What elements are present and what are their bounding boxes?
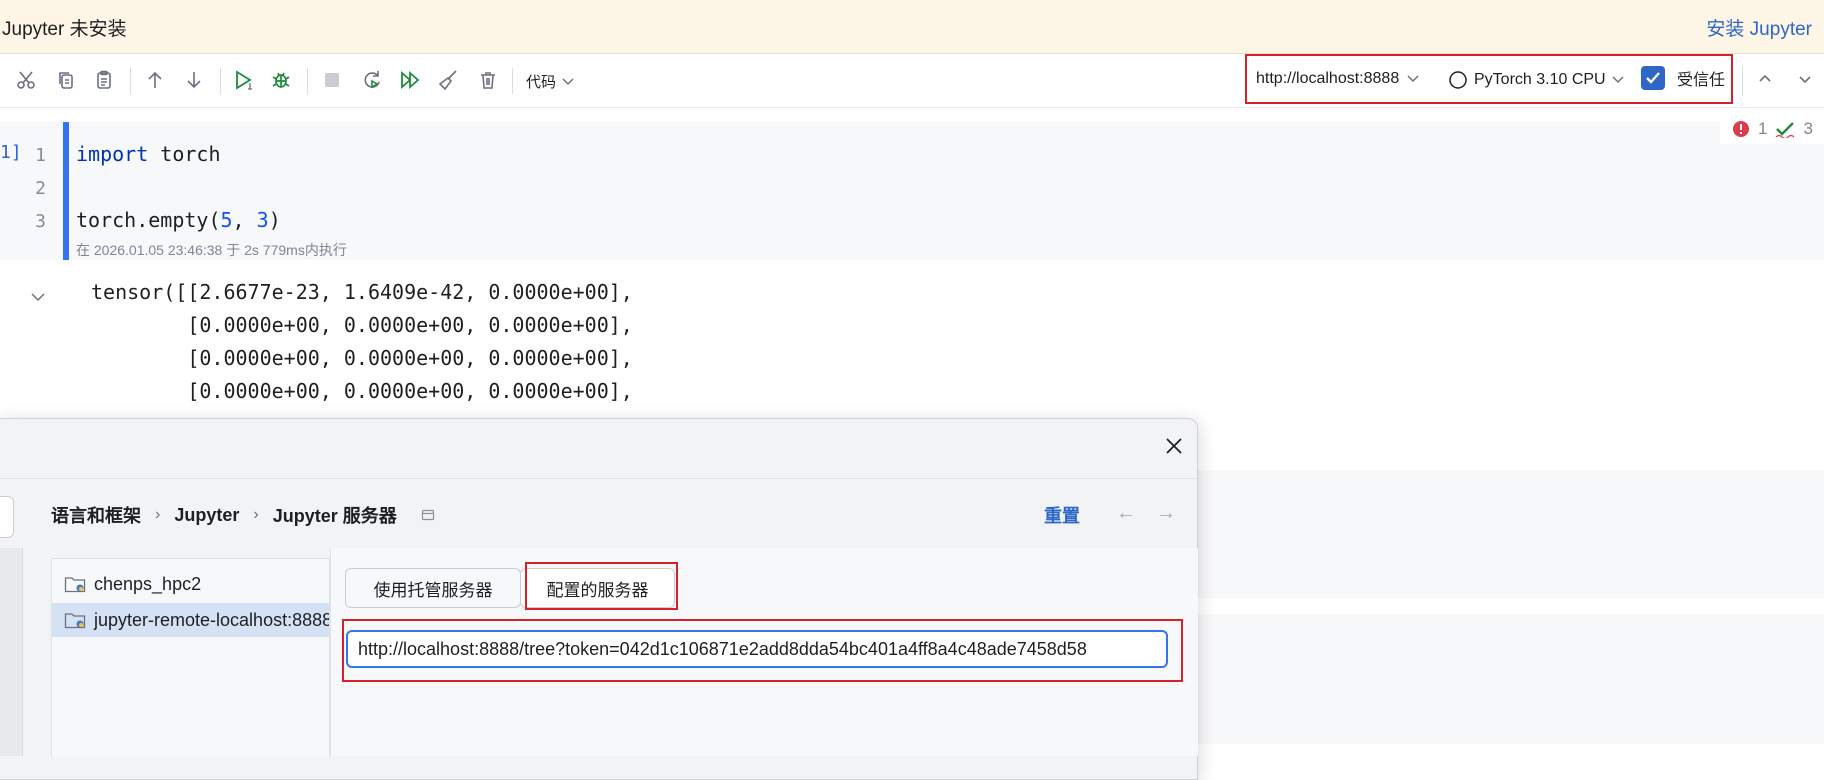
inspection-status[interactable]: 1 3 [1720, 114, 1824, 144]
run-all-icon[interactable] [396, 66, 424, 94]
collapse-output-icon[interactable] [30, 290, 46, 308]
move-down-icon[interactable] [180, 66, 208, 94]
code-line-1[interactable]: import torch [76, 142, 221, 166]
server-item-jupyter-remote-localhost[interactable]: jupyter-remote-localhost:8888 [52, 603, 329, 637]
paste-icon[interactable] [90, 66, 118, 94]
install-jupyter-link[interactable]: 安装 Jupyter [1706, 14, 1812, 41]
settings-search-input[interactable] [0, 496, 14, 538]
copy-icon[interactable] [52, 66, 80, 94]
kernel-idle-icon [1449, 71, 1467, 89]
line-number: 2 [35, 178, 46, 199]
run-cell-icon[interactable] [230, 66, 258, 94]
cut-icon[interactable] [12, 66, 40, 94]
forward-arrow-icon[interactable]: → [1156, 502, 1176, 525]
checkbox-icon[interactable] [1641, 66, 1665, 90]
output-line: [0.0000e+00, 0.0000e+00, 0.0000e+00], [91, 346, 633, 370]
tab-hosted-server[interactable]: 使用托管服务器 [345, 568, 521, 608]
breadcrumb-item[interactable]: 语言和框架 [51, 502, 141, 528]
output-line: [0.0000e+00, 0.0000e+00, 0.0000e+00], [91, 313, 633, 337]
tab-highlight-box [525, 562, 678, 610]
reset-button[interactable]: 重置 [1044, 502, 1080, 528]
error-count: 1 [1758, 119, 1768, 138]
settings-tree-scroll [0, 548, 23, 756]
chevron-right-icon: › [253, 506, 259, 523]
cell-type-label: 代码 [526, 74, 557, 91]
kernel-label: PyTorch 3.10 CPU [1474, 71, 1606, 88]
server-list: chenps_hpc2 jupyter-remote-localhost:888… [51, 558, 330, 757]
clear-outputs-icon[interactable] [434, 66, 462, 94]
output-line: tensor([[2.6677e-23, 1.6409e-42, 0.0000e… [91, 280, 633, 304]
toolbar-divider [512, 68, 513, 94]
server-url-input[interactable] [346, 630, 1168, 668]
error-icon [1733, 121, 1749, 137]
cell-selection-bar [63, 122, 69, 260]
chevron-down-icon [1407, 75, 1419, 83]
toolbar-divider [1742, 66, 1743, 96]
chevron-up-icon[interactable] [1756, 70, 1774, 93]
trusted-toggle[interactable]: 受信任 [1641, 66, 1725, 90]
python-folder-icon [64, 575, 86, 593]
dialog-divider [0, 478, 1197, 479]
line-number: 3 [35, 211, 46, 232]
trusted-label: 受信任 [1677, 72, 1726, 89]
chevron-down-icon [1612, 76, 1624, 84]
cell-type-select[interactable]: 代码 [526, 71, 574, 92]
python-folder-icon [64, 611, 86, 629]
ok-count: 3 [1803, 119, 1813, 138]
close-icon[interactable] [1160, 432, 1188, 460]
check-icon [1776, 122, 1795, 138]
delete-cell-icon[interactable] [474, 66, 502, 94]
back-arrow-icon[interactable]: ← [1116, 502, 1136, 525]
code-line-3[interactable]: torch.empty(5, 3) [76, 208, 281, 232]
chevron-down-icon [562, 77, 574, 85]
execution-info: 在 2026.01.05 23:46:38 于 2s 779ms内执行 [76, 242, 347, 258]
move-up-icon[interactable] [141, 66, 169, 94]
toolbar-divider [307, 68, 308, 94]
breadcrumb-item: Jupyter 服务器 [272, 506, 397, 526]
line-number: 1 [35, 145, 46, 166]
server-item-label: jupyter-remote-localhost:8888 [94, 609, 329, 630]
output-line: [0.0000e+00, 0.0000e+00, 0.0000e+00], [91, 379, 633, 403]
jupyter-banner [0, 0, 1824, 54]
debug-cell-icon[interactable] [267, 66, 295, 94]
execution-count: 1] [0, 142, 22, 163]
stop-icon[interactable] [318, 66, 346, 94]
toolbar-divider [130, 68, 131, 94]
breadcrumb-item[interactable]: Jupyter [174, 505, 239, 526]
kernel-select[interactable]: PyTorch 3.10 CPU [1448, 70, 1624, 90]
toolbar-divider [220, 68, 221, 94]
server-item-label: chenps_hpc2 [94, 573, 202, 594]
chevron-right-icon: › [155, 506, 161, 523]
breadcrumb: 语言和框架 › Jupyter › Jupyter 服务器 [51, 502, 435, 528]
project-scope-icon [421, 509, 434, 521]
chevron-down-icon[interactable] [1796, 70, 1814, 93]
server-item-chenps-hpc2[interactable]: chenps_hpc2 [52, 567, 329, 601]
banner-message: Jupyter 未安装 [2, 19, 127, 40]
server-label: http://localhost:8888 [1256, 70, 1400, 87]
server-select[interactable]: http://localhost:8888 [1256, 70, 1419, 88]
restart-kernel-icon[interactable] [358, 66, 386, 94]
